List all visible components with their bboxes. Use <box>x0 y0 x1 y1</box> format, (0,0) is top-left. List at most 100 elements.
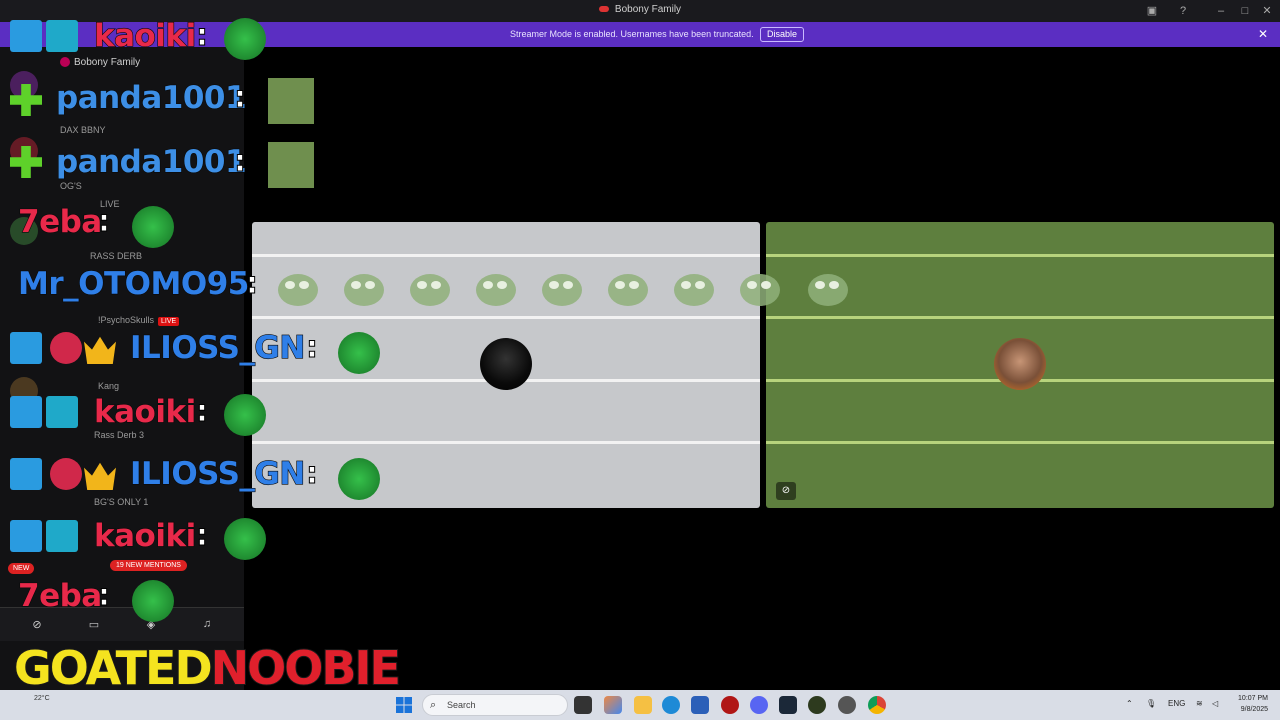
frog-emote <box>224 518 266 560</box>
frog-emote <box>224 394 266 436</box>
chevron-up-icon[interactable]: ⌃ <box>1126 699 1133 708</box>
app-logo-icon <box>598 6 609 13</box>
chat-username: kaoiki <box>93 393 196 430</box>
language-indicator[interactable]: ENG <box>1168 699 1185 708</box>
frog-emote <box>808 274 848 306</box>
search-icon: ⌕ <box>430 699 437 711</box>
sidebar-category-rass-derb[interactable]: RASS DERB <box>90 251 142 261</box>
search-placeholder: Search <box>447 700 476 710</box>
chat-colon: : <box>246 266 259 302</box>
mod-hammer-icon <box>10 520 42 552</box>
crown-badge-icon <box>84 462 116 490</box>
screen-share-icon[interactable]: ▣ <box>1145 4 1159 18</box>
og-badge-icon <box>46 20 78 52</box>
maximize-icon[interactable]: □ <box>1238 4 1252 18</box>
lane-line <box>252 316 760 319</box>
chat-username: 7eba <box>17 203 102 240</box>
frog-emote <box>224 18 266 60</box>
soundboard-icon[interactable]: ♫ <box>200 618 214 632</box>
task-view-icon[interactable] <box>574 696 592 714</box>
file-explorer-icon[interactable] <box>634 696 652 714</box>
floating-emotes-row <box>278 274 848 306</box>
chat-username: Mr_OTOMO95 <box>17 265 250 302</box>
star-badge-icon <box>50 332 82 364</box>
og-badge-icon <box>46 396 78 428</box>
frog-emote <box>476 274 516 306</box>
chat-message: 7eba : <box>10 574 190 626</box>
discord-icon[interactable] <box>750 696 768 714</box>
crown-badge-icon <box>84 336 116 364</box>
chat-message: panda1001 : <box>10 76 320 128</box>
frog-emote <box>410 274 450 306</box>
chat-username: panda1001 <box>55 79 247 116</box>
plus-badge-icon <box>10 84 42 116</box>
stream-tile-right[interactable]: ⊘ <box>766 222 1274 508</box>
volume-icon[interactable]: ◁ <box>1212 699 1218 708</box>
mod-hammer-icon <box>10 20 42 52</box>
chat-message: ILIOSS_GN : <box>10 324 390 376</box>
hooded-avatar[interactable] <box>480 338 532 390</box>
chat-message: kaoiki : <box>10 388 270 440</box>
chrome-icon[interactable] <box>868 696 886 714</box>
chat-message: panda1001 : <box>10 140 320 192</box>
lane-line <box>252 254 760 257</box>
weather-widget[interactable]: 22°C <box>34 695 50 702</box>
chat-colon: : <box>98 204 111 240</box>
window-title: Bobony Family <box>614 4 682 15</box>
chat-message: kaoiki : <box>10 512 270 564</box>
chat-message: ILIOSS_GN : <box>10 450 390 502</box>
taskbar-search-box[interactable]: ⌕ Search <box>422 694 568 716</box>
photo-emote <box>268 78 314 124</box>
window-close-icon[interactable]: ✕ <box>1260 4 1274 18</box>
frog-emote <box>344 274 384 306</box>
xbox-icon[interactable] <box>808 696 826 714</box>
store-icon[interactable] <box>691 696 709 714</box>
help-icon[interactable]: ? <box>1176 4 1190 18</box>
lane-line <box>766 441 1274 444</box>
copilot-icon[interactable] <box>604 696 622 714</box>
chat-username: ILIOSS_GN <box>129 455 306 492</box>
edge-icon[interactable] <box>662 696 680 714</box>
goated-noobie-logo: GOATEDNOOBIE <box>13 641 402 695</box>
lane-line <box>252 441 760 444</box>
mod-hammer-icon <box>10 396 42 428</box>
frog-emote <box>740 274 780 306</box>
photo-emote <box>268 142 314 188</box>
chat-username: 7eba <box>17 577 102 614</box>
app-icon[interactable] <box>721 696 739 714</box>
new-badge: NEW <box>8 563 35 574</box>
star-badge-icon <box>50 458 82 490</box>
microphone-icon[interactable]: 🎙 <box>1146 699 1156 708</box>
frog-emote <box>674 274 714 306</box>
chat-username: panda1001 <box>55 143 247 180</box>
windows-start-icon[interactable] <box>396 697 412 713</box>
chat-colon: : <box>98 578 111 614</box>
chat-colon: : <box>234 80 247 116</box>
chat-message: 7eba : <box>10 200 190 252</box>
chat-colon: : <box>196 518 209 554</box>
plus-badge-icon <box>10 146 42 178</box>
close-icon[interactable]: ✕ <box>1258 27 1268 41</box>
frog-emote <box>608 274 648 306</box>
chat-message: kaoiki : <box>10 12 270 64</box>
og-badge-icon <box>46 520 78 552</box>
wifi-icon[interactable]: ≋ <box>1196 699 1203 708</box>
chat-username: kaoiki <box>93 517 196 554</box>
app-icon[interactable] <box>838 696 856 714</box>
frog-emote <box>132 206 174 248</box>
chat-message: Mr_OTOMO95 : <box>10 262 270 314</box>
disable-streamer-mode-button[interactable]: Disable <box>760 27 805 42</box>
steam-icon[interactable] <box>779 696 797 714</box>
taskbar: 22°C ⌕ Search ⌃ 🎙 ENG ≋ ◁ 10:07 PM 9/8/20… <box>0 690 1280 720</box>
clock[interactable]: 10:07 PM 9/8/2025 <box>1226 693 1268 715</box>
chat-colon: : <box>234 144 247 180</box>
minimize-icon[interactable]: – <box>1214 4 1228 18</box>
frog-emote <box>542 274 582 306</box>
hide-video-icon[interactable]: ⊘ <box>776 482 796 500</box>
mod-hammer-icon <box>10 458 42 490</box>
lane-line <box>766 254 1274 257</box>
frog-emote <box>338 332 380 374</box>
chat-colon: : <box>196 18 209 54</box>
frog-emote <box>132 580 174 622</box>
bearded-user-avatar[interactable] <box>994 338 1046 390</box>
